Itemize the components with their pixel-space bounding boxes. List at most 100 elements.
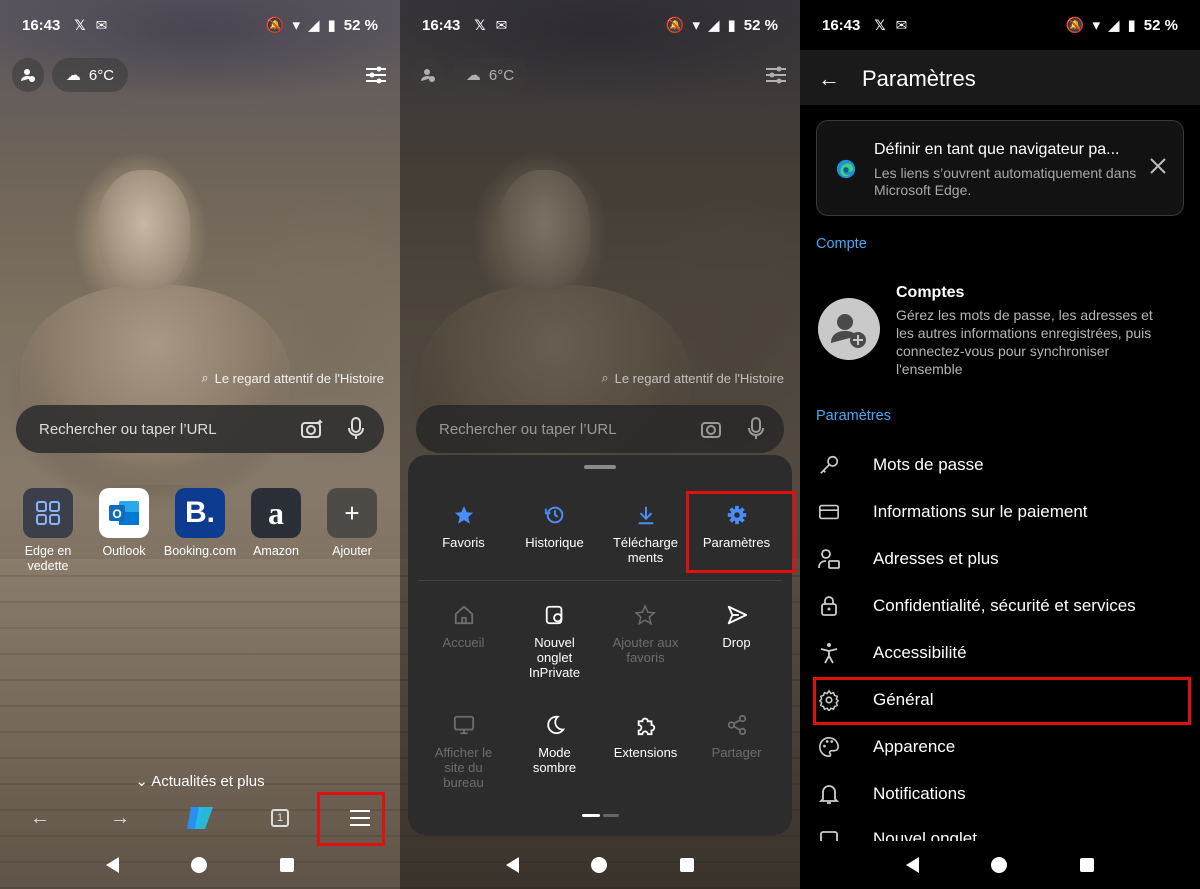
visual-search-icon[interactable] [300,418,324,440]
news-toggle[interactable]: ⌄ Actualités et plus [0,772,400,790]
highlight-box [317,792,385,846]
copilot-button[interactable] [180,798,220,838]
temperature: 6°C [88,66,115,84]
menu-item-drop[interactable]: Drop [691,603,782,680]
menu-item-extensions[interactable]: Extensions [600,713,691,790]
settings-item-payment[interactable]: Informations sur le paiement [816,490,1188,534]
menu-divider [418,580,782,581]
menu-item-dark-mode[interactable]: Mode sombre [509,713,600,790]
x-app-icon: 𝕏 [474,16,486,33]
card-title: Définir en tant que navigateur pa... [874,141,1120,158]
location-icon: ⌕ [201,370,209,385]
back-button[interactable]: ← [20,798,60,838]
nav-home-icon[interactable] [191,857,208,873]
customize-icon[interactable] [364,64,388,86]
settings-item-notifications[interactable]: Notifications [816,772,1188,816]
status-time: 16:43 [22,16,61,34]
menu-item-downloads[interactable]: Télécharge ments [600,503,691,565]
mute-icon: 🔕 [1065,17,1085,34]
menu-item-home[interactable]: Accueil [418,603,509,680]
forward-button[interactable]: → [100,798,140,838]
amazon-icon: a [251,488,301,538]
settings-item-addresses[interactable]: Adresses et plus [816,537,1188,581]
share-icon [727,714,746,736]
settings-item-new-tab[interactable]: Nouvel onglet [816,819,1188,841]
battery-icon: ▮ [327,17,336,34]
booking-icon: B. [175,488,225,538]
download-icon [638,506,653,525]
battery-level: 52 % [1143,16,1178,34]
nav-recents-icon[interactable] [679,858,694,872]
profile-button[interactable] [12,58,44,92]
arrow-left-icon[interactable]: ← [818,66,840,92]
tile-amazon[interactable]: a Amazon [238,488,314,574]
tile-label: Amazon [253,544,299,558]
image-caption[interactable]: ⌕ Le regard attentif de l'Histoire [201,370,384,386]
settings-screen: 16:43 𝕏 ✉ 🔕 ▾ ◢ ▮ 52 % ← Paramètres Défi… [800,0,1200,889]
chevron-down-icon: ⌄ [135,773,148,790]
highlight-box [686,491,796,573]
settings-item-privacy[interactable]: Confidentialité, sécurité et services [816,584,1188,628]
battery-icon: ▮ [1127,17,1136,34]
tile-add[interactable]: + Ajouter [314,488,390,574]
settings-item-appearance[interactable]: Apparence [816,725,1188,769]
tabs-button[interactable]: 1 [260,798,300,838]
bell-icon [819,785,839,804]
nav-home-icon[interactable] [591,857,608,873]
status-time: 16:43 [822,16,861,34]
menu-item-desktop-site[interactable]: Afficher le site du bureau [418,713,509,790]
menu-item-inprivate[interactable]: Nouvel onglet InPrivate [509,603,600,680]
menu-item-add-favorite[interactable]: Ajouter aux favoris [600,603,691,680]
nav-back-icon[interactable] [906,857,920,873]
battery-level: 52 % [743,16,778,34]
tile-edge-featured[interactable]: Edge en vedette [10,488,86,574]
nav-recents-icon[interactable] [279,858,294,872]
arrow-left-icon: ← [30,806,50,829]
mail-icon: ✉ [495,16,508,33]
home-icon [454,605,473,625]
weather-widget[interactable]: ☁ 6°C [52,58,128,92]
address-icon [818,549,840,569]
avatar [818,298,880,360]
menu-sheet: Favoris Historique Télécharge ments Para… [408,455,796,835]
mute-icon: 🔕 [265,17,285,34]
x-app-icon: 𝕏 [74,16,86,33]
menu-item-favorites[interactable]: Favoris [418,503,509,565]
microphone-icon[interactable] [348,417,364,441]
tile-label: Ajouter [332,544,372,558]
nav-back-icon[interactable] [506,857,520,873]
location-icon: ⌕ [601,370,609,385]
settings-item-accessibility[interactable]: Accessibilité [816,631,1188,675]
tile-outlook[interactable]: O Outlook [86,488,162,574]
menu-item-history[interactable]: Historique [509,503,600,565]
status-time: 16:43 [422,16,461,34]
default-browser-card[interactable]: Définir en tant que navigateur pa... Les… [816,120,1184,216]
settings-item-passwords[interactable]: Mots de passe [816,443,1188,487]
nav-recents-icon[interactable] [1079,858,1094,872]
nav-home-icon[interactable] [991,857,1008,873]
status-bar: 16:43 𝕏 ✉ 🔕 ▾ ◢ ▮ 52 % [400,0,800,50]
search-placeholder: Rechercher ou taper l’URL [439,420,617,438]
battery-level: 52 % [343,16,378,34]
key-icon [820,455,839,474]
tile-booking[interactable]: B. Booking.com [162,488,238,574]
tile-label: Outlook [102,544,146,558]
tile-label: Booking.com [163,544,237,558]
temperature: 6°C [488,66,515,84]
drag-handle[interactable] [584,465,616,469]
lock-icon [821,596,837,616]
close-icon[interactable] [1149,157,1167,175]
tile-label: Edge en vedette [24,544,72,573]
edge-logo-icon [836,159,856,179]
accounts-subtitle: Gérez les mots de passe, les adresses et… [896,307,1153,377]
search-bar[interactable]: Rechercher ou taper l’URL [16,405,384,453]
profile-icon [21,69,35,82]
menu-item-share[interactable]: Partager [691,713,782,790]
menu-screen: 16:43 𝕏 ✉ 🔕 ▾ ◢ ▮ 52 % ☁ 6°C ⌕ Le regard… [400,0,800,889]
accessibility-icon [820,643,838,664]
arrow-right-icon: → [110,806,130,829]
mail-icon: ✉ [895,16,908,33]
mail-icon: ✉ [95,16,108,33]
page-title: Paramètres [862,66,976,91]
nav-back-icon[interactable] [106,857,120,873]
